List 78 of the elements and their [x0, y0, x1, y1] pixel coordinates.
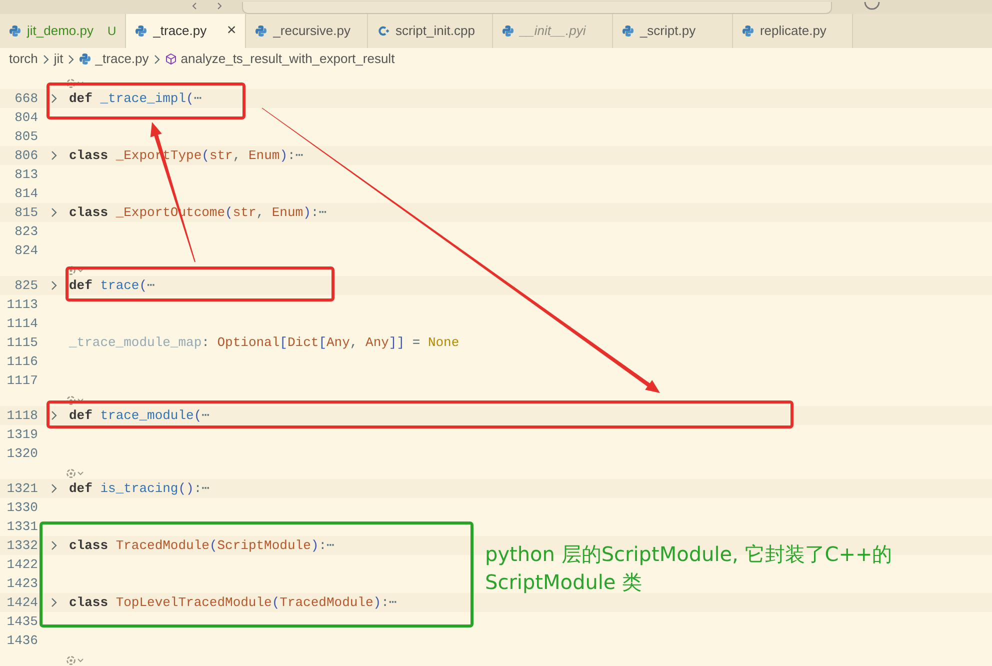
fold-chevron-icon[interactable] — [50, 280, 58, 291]
line-number: 1320 — [6, 444, 38, 463]
code-line: class TopLevelTracedModule(TracedModule):⋯ — [69, 594, 397, 612]
line-number: 1435 — [6, 612, 38, 631]
line-number: 1424 — [6, 594, 38, 612]
editor-tab[interactable]: _recursive.py — [246, 14, 368, 48]
cpp-file-icon — [377, 25, 390, 37]
python-file-icon — [255, 25, 268, 37]
python-file-icon — [79, 53, 92, 65]
line-number: 1330 — [6, 498, 38, 517]
tab-label: _recursive.py — [273, 22, 352, 40]
account-icon[interactable] — [864, 2, 880, 12]
fold-chevron-icon[interactable] — [50, 540, 58, 551]
python-file-icon — [622, 25, 634, 37]
code-line: def is_tracing():⋯ — [69, 480, 210, 498]
tab-label: _script.py — [640, 22, 697, 40]
code-line: class TracedModule(ScriptModule):⋯ — [69, 536, 334, 555]
python-file-icon — [502, 25, 514, 37]
codelens-icon[interactable] — [66, 395, 86, 406]
line-number: 668 — [14, 90, 38, 108]
editor-tab[interactable]: _script.py — [612, 14, 733, 48]
cube-icon — [164, 53, 177, 65]
python-file-icon — [742, 25, 754, 37]
annotation-text: python 层的ScriptModule, 它封装了C++的ScriptModule 类 — [485, 541, 894, 596]
fold-chevron-icon[interactable] — [50, 597, 58, 608]
fold-chevron-icon[interactable] — [50, 207, 58, 218]
close-tab-button[interactable]: × — [226, 19, 236, 43]
tab-label: jit_demo.py — [27, 22, 94, 40]
tab-label: __init__.pyi — [520, 22, 587, 40]
chevron-icon — [42, 54, 50, 64]
code-line: def trace_module(⋯ — [69, 406, 210, 425]
line-number: 1114 — [6, 314, 38, 333]
line-number: 815 — [14, 204, 38, 222]
line-number: 1319 — [6, 426, 38, 444]
line-number: 1422 — [6, 556, 38, 574]
line-number: 1115 — [6, 334, 38, 352]
line-number: 805 — [14, 128, 38, 146]
editor-tab[interactable]: _trace.py × — [126, 14, 246, 48]
line-number: 1118 — [6, 406, 38, 425]
line-number: 804 — [14, 108, 38, 127]
tab-label: _trace.py — [153, 22, 208, 40]
line-number: 1332 — [6, 536, 38, 555]
line-number: 1321 — [6, 480, 38, 498]
code-line: _trace_module_map: Optional[Dict[Any, Any]] = None — [69, 334, 460, 352]
line-number: 814 — [14, 184, 38, 203]
editor-tab[interactable]: replicate.py — [732, 14, 853, 48]
fold-chevron-icon[interactable] — [50, 483, 58, 494]
breadcrumb-item[interactable]: torch — [9, 49, 38, 69]
breadcrumb-item[interactable]: _trace.py — [95, 49, 149, 69]
line-number: 823 — [14, 222, 38, 241]
code-line: def trace(⋯ — [69, 276, 155, 295]
fold-chevron-icon[interactable] — [50, 410, 58, 421]
line-number: 824 — [14, 242, 38, 260]
line-number: 1423 — [6, 574, 38, 593]
fold-chevron-icon[interactable] — [50, 93, 58, 104]
line-number: 1117 — [6, 372, 38, 390]
tab-label: replicate.py — [760, 22, 828, 40]
git-status-label: U — [107, 23, 116, 40]
chevron-icon — [67, 54, 76, 64]
tab-label: script_init.cpp — [395, 22, 476, 40]
codelens-icon[interactable] — [66, 78, 86, 89]
line-number: 1436 — [6, 632, 38, 650]
line-number: 806 — [14, 146, 38, 165]
editor-tab[interactable]: script_init.cpp — [368, 14, 493, 48]
breadcrumb-item[interactable]: analyze_ts_result_with_export_result — [180, 49, 395, 69]
codelens-icon[interactable] — [66, 655, 86, 666]
line-number: 1331 — [6, 518, 38, 536]
python-file-icon — [9, 25, 21, 37]
python-file-icon — [135, 25, 148, 37]
breadcrumb-item[interactable]: jit — [54, 49, 64, 69]
code-line: def _trace_impl(⋯ — [69, 90, 202, 108]
line-number: 1116 — [6, 352, 38, 371]
codelens-icon[interactable] — [66, 468, 86, 479]
chevron-icon — [152, 54, 161, 64]
line-number: 1113 — [6, 296, 38, 314]
line-number: 825 — [14, 276, 38, 295]
fold-chevron-icon[interactable] — [50, 150, 58, 161]
line-number: 813 — [14, 166, 38, 184]
